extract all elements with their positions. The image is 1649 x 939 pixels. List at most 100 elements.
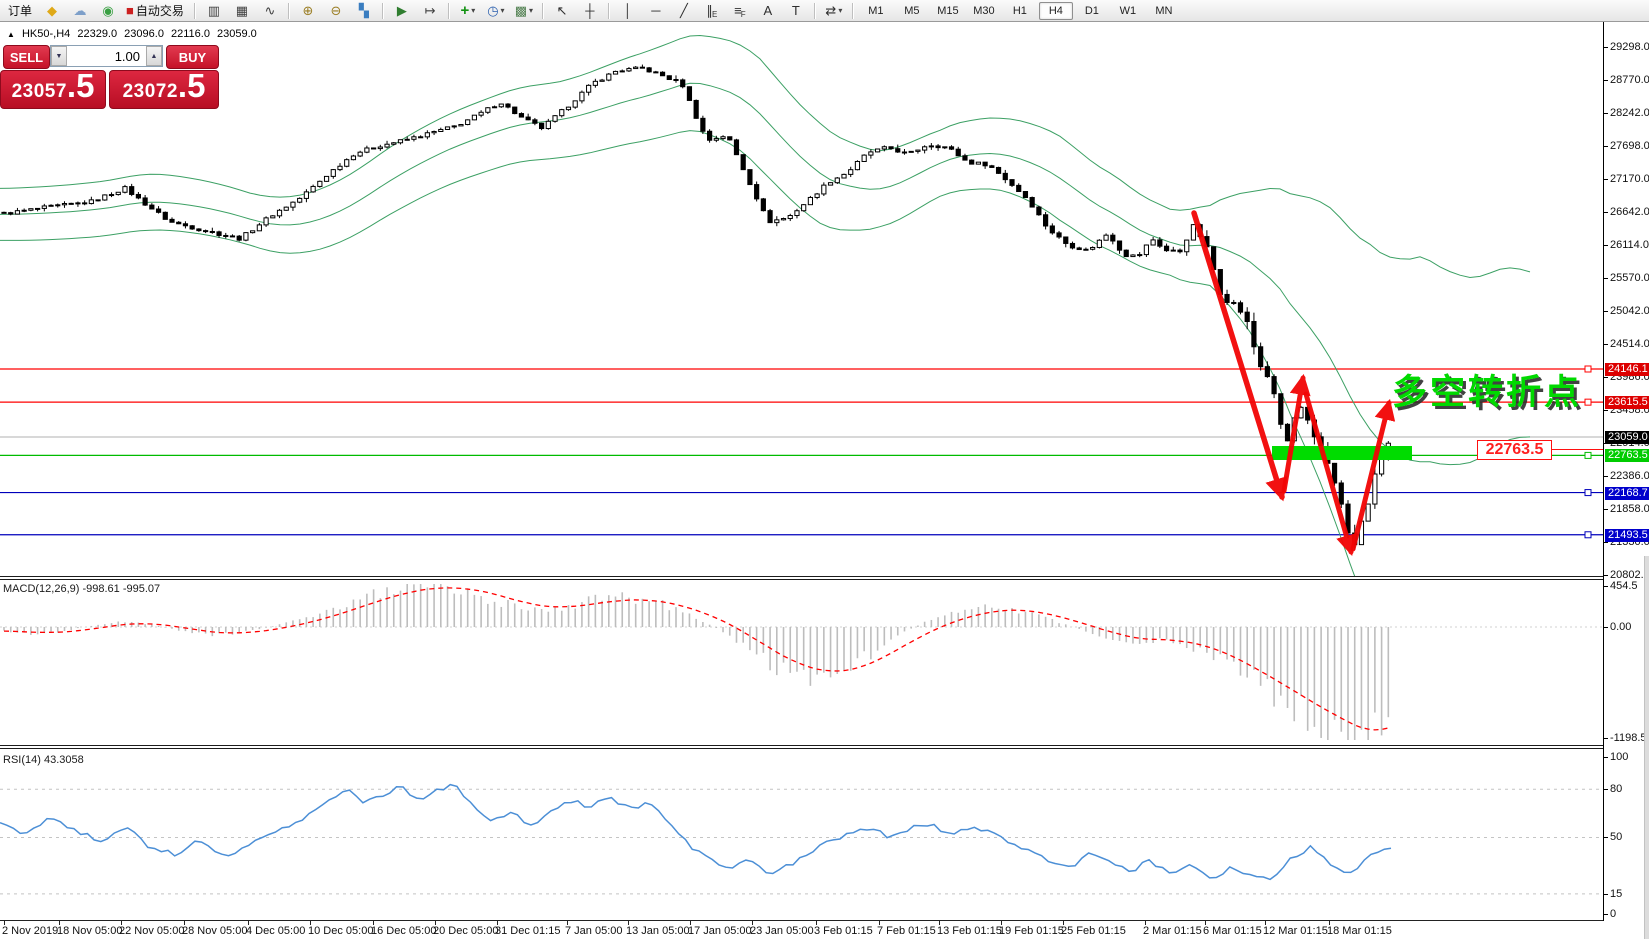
- sell-button-label: SELL: [10, 50, 43, 65]
- candle: [580, 92, 584, 101]
- price-tick-mark: [1604, 542, 1608, 543]
- candle: [365, 148, 369, 152]
- timeframe-w1[interactable]: W1: [1111, 2, 1145, 20]
- candle: [251, 231, 255, 233]
- candle: [1091, 247, 1095, 249]
- auto-scroll-icon[interactable]: ▶: [389, 1, 415, 21]
- cursor-icon[interactable]: ↖: [549, 1, 575, 21]
- timeframe-m30[interactable]: M30: [967, 2, 1001, 20]
- candle: [613, 71, 617, 74]
- buy-button[interactable]: BUY: [166, 45, 219, 69]
- horizontal-line-icon[interactable]: ─: [643, 1, 669, 21]
- candle: [1232, 302, 1236, 303]
- candle: [808, 197, 812, 204]
- volume-input[interactable]: 1.00: [67, 49, 146, 64]
- timeframe-h4[interactable]: H4: [1039, 2, 1073, 20]
- candle: [237, 236, 241, 240]
- sell-price-panel[interactable]: 23057.5: [0, 70, 106, 109]
- vertical-line-icon: │: [624, 2, 632, 20]
- candlestick-chart-icon[interactable]: ▦: [229, 1, 255, 21]
- time-label: 20 Dec 05:00: [433, 925, 498, 937]
- periods-icon[interactable]: ◷▾: [483, 1, 509, 21]
- candle: [506, 104, 510, 107]
- candle: [761, 199, 765, 211]
- accounts-icon[interactable]: ☁: [67, 1, 93, 21]
- timeframe-h1[interactable]: H1: [1003, 2, 1037, 20]
- time-label: 22 Nov 05:00: [119, 925, 184, 937]
- volume-increase-button[interactable]: ▲: [146, 46, 162, 66]
- buy-price-main: 23072: [123, 81, 178, 103]
- candle: [849, 170, 853, 175]
- price-chart[interactable]: [0, 22, 1603, 576]
- candle: [452, 126, 456, 127]
- candle: [1037, 207, 1041, 215]
- price-tick-mark: [1604, 179, 1608, 180]
- crosshair-icon[interactable]: ┼: [577, 1, 603, 21]
- price-tick-mark: [1604, 311, 1608, 312]
- volume-decrease-button[interactable]: ▼: [51, 46, 67, 66]
- pane-separator[interactable]: [0, 745, 1604, 746]
- candle: [1124, 250, 1128, 256]
- history-center-icon: ◆: [47, 2, 57, 20]
- timeframe-d1[interactable]: D1: [1075, 2, 1109, 20]
- price-axis[interactable]: 29298.028770.028242.027698.027170.026642…: [1603, 22, 1649, 921]
- arrows-objects-icon[interactable]: ⇄▾: [821, 1, 847, 21]
- line-chart-icon[interactable]: ∿: [257, 1, 283, 21]
- candle: [1044, 215, 1048, 226]
- sell-button[interactable]: SELL: [3, 45, 50, 69]
- timeframe-m15[interactable]: M15: [931, 2, 965, 20]
- macd-pane[interactable]: [0, 580, 1603, 744]
- zoom-out-icon[interactable]: ⊖: [323, 1, 349, 21]
- candle: [338, 166, 342, 169]
- new-order-button[interactable]: 订单: [3, 1, 37, 21]
- scrollbar-strip[interactable]: [1644, 556, 1649, 939]
- candle: [1030, 198, 1034, 208]
- autotrade-button[interactable]: ■自动交易: [123, 1, 189, 21]
- candle: [331, 170, 335, 177]
- tile-windows-icon[interactable]: ▚: [351, 1, 377, 21]
- timeframe-mn[interactable]: MN: [1147, 2, 1181, 20]
- toolbar-separator: [448, 3, 450, 19]
- signal-icon[interactable]: ◉: [95, 1, 121, 21]
- equidistant-channel-icon[interactable]: ∥E: [699, 1, 725, 21]
- history-center-icon[interactable]: ◆: [39, 1, 65, 21]
- price-tick-label: 26642.0: [1610, 206, 1649, 218]
- buy-price-panel[interactable]: 23072.5: [109, 70, 219, 109]
- vertical-line-icon[interactable]: │: [615, 1, 641, 21]
- price-tick-mark: [1604, 344, 1608, 345]
- templates-icon[interactable]: ▩▾: [511, 1, 537, 21]
- candle: [183, 224, 187, 226]
- candle: [775, 220, 779, 223]
- macd-indicator-label: MACD(12,26,9) -998.61 -995.07: [3, 583, 160, 595]
- candle: [405, 139, 409, 140]
- timeframe-m1[interactable]: M1: [859, 2, 893, 20]
- fibonacci-icon[interactable]: ≡F: [727, 1, 753, 21]
- candle: [1097, 240, 1101, 247]
- candle: [513, 107, 517, 113]
- candle: [983, 162, 987, 166]
- text-icon[interactable]: A: [755, 1, 781, 21]
- rsi-indicator-label: RSI(14) 43.3058: [3, 754, 84, 766]
- pane-separator[interactable]: [0, 576, 1604, 577]
- rsi-pane[interactable]: [0, 751, 1603, 920]
- bar-chart-icon[interactable]: ▥: [201, 1, 227, 21]
- candle: [916, 150, 920, 151]
- candle: [1070, 243, 1074, 247]
- candle: [822, 185, 826, 194]
- accounts-icon: ☁: [74, 2, 87, 20]
- timeframe-m5[interactable]: M5: [895, 2, 929, 20]
- chart-shift-icon[interactable]: ↦: [417, 1, 443, 21]
- candlestick-chart-icon: ▦: [236, 2, 248, 20]
- trendline-icon[interactable]: ╱: [671, 1, 697, 21]
- zoom-in-icon[interactable]: ⊕: [295, 1, 321, 21]
- indicators-icon: +: [461, 2, 470, 20]
- price-tick-label: 28242.0: [1610, 107, 1649, 119]
- candle: [15, 211, 19, 214]
- candle: [1158, 240, 1162, 246]
- candle: [607, 74, 611, 80]
- indicators-icon[interactable]: +▾: [455, 1, 481, 21]
- macd-name: MACD(12,26,9): [3, 583, 79, 595]
- candle: [909, 151, 913, 152]
- text-label-icon[interactable]: T: [783, 1, 809, 21]
- toolbar-separator: [194, 3, 196, 19]
